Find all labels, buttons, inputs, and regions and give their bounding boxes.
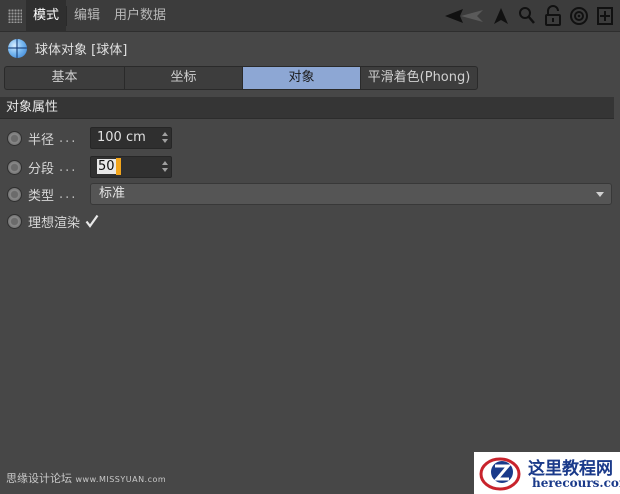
segments-label: 分段 — [28, 161, 55, 177]
watermark-text: 思缘设计论坛 www.MISSYUAN.com — [6, 470, 166, 486]
menu-mode[interactable]: 模式 — [26, 0, 67, 32]
new-panel-icon[interactable] — [594, 4, 616, 28]
menu-bar: 模式 编辑 用户数据 — [0, 0, 620, 32]
object-header: 球体对象 [球体] — [0, 36, 620, 60]
object-title: 球体对象 [球体] — [35, 42, 128, 58]
property-segments: 分段 ... 50 — [0, 155, 620, 179]
segments-field[interactable]: 50 — [90, 156, 172, 178]
segments-stepper[interactable] — [161, 161, 168, 173]
type-label: 类型 — [28, 188, 55, 204]
stepper-down-icon[interactable] — [161, 139, 168, 143]
target-icon[interactable] — [568, 4, 590, 28]
animate-radio-segments[interactable] — [7, 159, 22, 175]
type-value: 标准 — [99, 186, 126, 201]
stepper-up-icon[interactable] — [161, 161, 168, 165]
grip-icon — [8, 8, 22, 23]
property-type: 类型 ... 标准 — [0, 182, 620, 206]
logo-emblem-icon — [479, 457, 521, 491]
panel-grip-handle[interactable] — [4, 0, 26, 32]
type-dropdown[interactable]: 标准 — [90, 183, 612, 205]
attribute-tabs: 基本 坐标 对象 平滑着色(Phong) — [4, 66, 478, 90]
watermark-cn: 思缘设计论坛 — [6, 472, 72, 485]
segments-dots: ... — [59, 159, 78, 175]
radius-dots: ... — [59, 130, 78, 146]
radius-value: 100 cm — [97, 130, 146, 145]
render-perfect-checkbox[interactable] — [85, 214, 99, 228]
cursor-arrow-icon[interactable] — [490, 4, 512, 28]
type-dots: ... — [59, 186, 78, 202]
sphere-icon — [8, 38, 27, 58]
section-title: 对象属性 — [0, 97, 614, 119]
tab-basic[interactable]: 基本 — [4, 66, 124, 90]
tab-phong[interactable]: 平滑着色(Phong) — [360, 66, 478, 90]
site-logo: 这里教程网 herecours.com — [474, 452, 620, 494]
logo-text-en: herecours.com — [532, 476, 620, 490]
search-icon[interactable] — [516, 4, 538, 28]
menu-user-data[interactable]: 用户数据 — [107, 0, 173, 32]
stepper-up-icon[interactable] — [161, 132, 168, 136]
menu-edit[interactable]: 编辑 — [67, 0, 107, 32]
radius-stepper[interactable] — [161, 132, 168, 144]
checkmark-icon — [85, 214, 99, 228]
property-render-perfect: 理想渲染 — [0, 209, 620, 233]
radius-label: 半径 — [28, 132, 55, 148]
property-radius: 半径 ... 100 cm — [0, 126, 620, 150]
stepper-down-icon[interactable] — [161, 168, 168, 172]
watermark-url: www.MISSYUAN.com — [75, 475, 167, 484]
lock-icon[interactable] — [542, 4, 564, 28]
tab-coordinates[interactable]: 坐标 — [124, 66, 242, 90]
animate-radio-radius[interactable] — [7, 130, 22, 146]
render-perfect-label: 理想渲染 — [28, 215, 81, 231]
chevron-down-icon — [596, 192, 604, 197]
toolbar-icons — [442, 0, 616, 32]
segments-value: 50 — [97, 159, 116, 174]
text-caret — [115, 158, 121, 175]
radius-field[interactable]: 100 cm — [90, 127, 172, 149]
tab-object[interactable]: 对象 — [242, 66, 360, 90]
animate-radio-render-perfect[interactable] — [7, 213, 22, 229]
animate-radio-type[interactable] — [7, 186, 22, 202]
back-arrow-icon[interactable] — [442, 4, 486, 28]
